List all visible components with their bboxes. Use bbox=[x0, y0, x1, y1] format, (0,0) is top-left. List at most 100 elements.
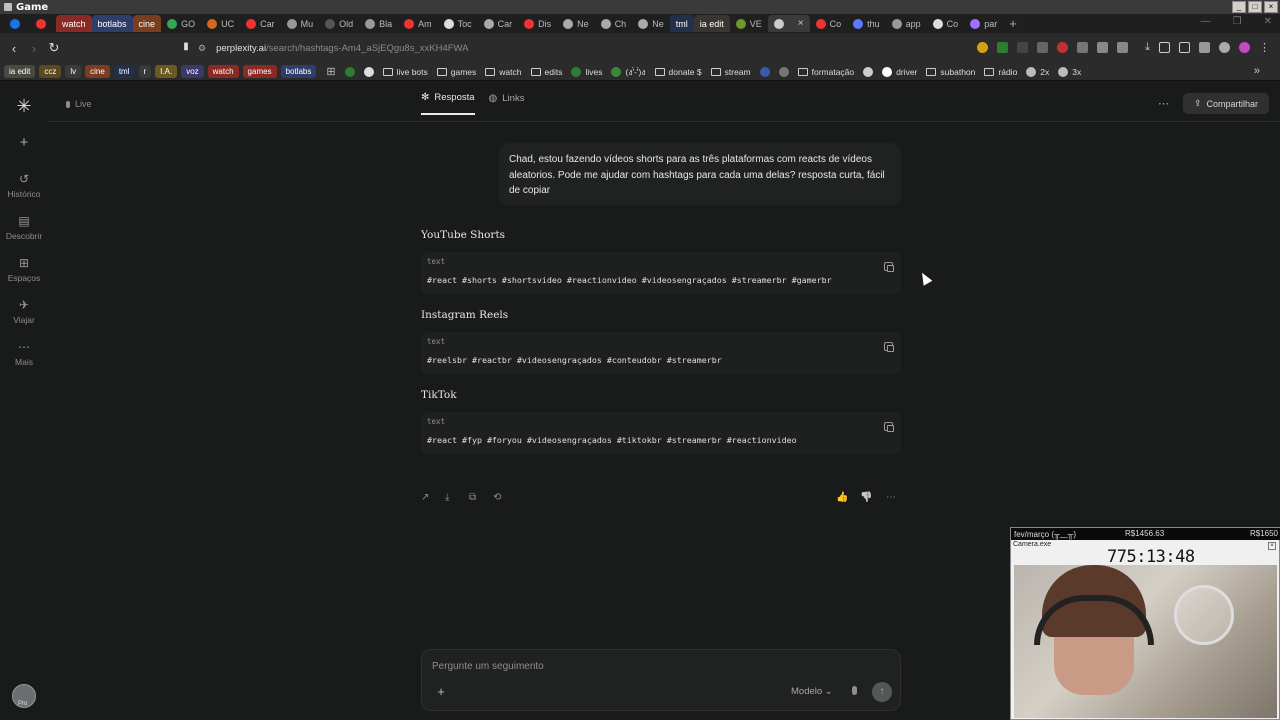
bookmark-group[interactable]: ccz bbox=[39, 65, 62, 78]
browser-minimize-icon[interactable]: — bbox=[1201, 16, 1211, 27]
minimize-button[interactable]: _ bbox=[1232, 1, 1246, 13]
tab-close-icon[interactable]: × bbox=[798, 18, 804, 29]
bookmark-item[interactable]: formatação bbox=[797, 67, 854, 77]
bookmark-group[interactable]: cine bbox=[85, 65, 110, 78]
copy-code-icon[interactable] bbox=[884, 342, 894, 352]
download-icon[interactable]: ⤓ bbox=[1145, 41, 1150, 54]
extension-icon[interactable] bbox=[1077, 42, 1089, 53]
hashtag-code[interactable]: #react #fyp #foryou #videosengraçados #t… bbox=[427, 435, 797, 445]
sidebar-item-espaços[interactable]: ⊞ Espaços bbox=[0, 256, 48, 283]
extension-icon[interactable] bbox=[1179, 42, 1190, 53]
extension-icon[interactable] bbox=[1057, 42, 1069, 53]
browser-tab[interactable]: Dis bbox=[518, 15, 557, 32]
browser-tab[interactable]: UC bbox=[201, 15, 240, 32]
copy-answer-icon[interactable]: ⧉ bbox=[469, 492, 476, 503]
bookmark-item[interactable] bbox=[863, 66, 874, 77]
sidepanel-icon[interactable] bbox=[1159, 42, 1170, 53]
tab-links[interactable]: ◍ Links bbox=[489, 92, 525, 115]
browser-tab[interactable]: × bbox=[767, 15, 810, 32]
bookmark-group[interactable]: games bbox=[242, 65, 277, 78]
bookmarks-overflow-icon[interactable]: » bbox=[1254, 65, 1260, 77]
profile-icon[interactable] bbox=[1239, 42, 1250, 53]
new-tab-icon[interactable]: + bbox=[1009, 16, 1017, 31]
new-thread-icon[interactable]: + bbox=[16, 134, 32, 151]
bookmark-item[interactable]: live bots bbox=[382, 67, 428, 77]
browser-tab[interactable]: cine bbox=[132, 15, 162, 32]
site-info-icon[interactable]: ⚙ bbox=[198, 43, 206, 54]
browser-tab[interactable]: app bbox=[886, 15, 927, 32]
followup-input[interactable]: Pergunte um seguimento bbox=[432, 661, 544, 672]
bookmark-item[interactable] bbox=[778, 66, 789, 77]
bookmark-item[interactable]: edits bbox=[530, 67, 562, 77]
bookmark-item[interactable]: 3x bbox=[1058, 66, 1081, 77]
browser-tab[interactable] bbox=[30, 15, 56, 32]
bookmark-group[interactable]: I.A. bbox=[155, 65, 178, 78]
bookmark-item[interactable]: 2x bbox=[1026, 66, 1049, 77]
download-answer-icon[interactable]: ⤓ bbox=[445, 492, 449, 503]
reload-icon[interactable]: ↻ bbox=[44, 40, 64, 56]
forward-icon[interactable]: › bbox=[24, 41, 44, 56]
attach-icon[interactable]: + bbox=[433, 684, 449, 700]
camera-close-icon[interactable]: × bbox=[1268, 542, 1276, 550]
mic-icon[interactable] bbox=[852, 686, 857, 695]
bookmark-group[interactable]: tml bbox=[113, 65, 135, 78]
share-button[interactable]: ⇪ Compartilhar bbox=[1183, 93, 1269, 114]
browser-tab[interactable]: Ne bbox=[557, 15, 595, 32]
browser-tab[interactable]: Co bbox=[927, 15, 965, 32]
browser-tab[interactable]: Car bbox=[478, 15, 519, 32]
extension-icon[interactable] bbox=[1117, 42, 1129, 53]
bookmark-item[interactable] bbox=[363, 66, 374, 77]
browser-tab[interactable]: Toc bbox=[438, 15, 478, 32]
close-window-button[interactable]: × bbox=[1264, 1, 1278, 13]
browser-tab[interactable] bbox=[4, 15, 30, 32]
more-options-icon[interactable]: ⋯ bbox=[1158, 97, 1170, 110]
send-button[interactable]: ↑ bbox=[872, 682, 892, 702]
browser-tab[interactable]: Ch bbox=[595, 15, 633, 32]
rewrite-icon[interactable]: ⟲ bbox=[493, 492, 501, 503]
bookmark-item[interactable]: subathon bbox=[926, 67, 975, 77]
bookmark-item[interactable] bbox=[759, 66, 770, 77]
browser-tab[interactable]: Old bbox=[319, 15, 359, 32]
browser-tab[interactable]: GO bbox=[161, 15, 201, 32]
browser-tab[interactable]: ia edit bbox=[693, 15, 730, 32]
sidebar-item-descobrir[interactable]: ▤ Descobrir bbox=[0, 214, 48, 241]
live-toggle[interactable]: Live bbox=[66, 99, 92, 109]
copy-code-icon[interactable] bbox=[884, 422, 894, 432]
bookmark-group[interactable]: voz bbox=[181, 65, 204, 78]
extension-icon[interactable] bbox=[977, 42, 989, 53]
bookmark-group[interactable]: botlabs bbox=[280, 65, 317, 78]
bookmark-item[interactable]: driver bbox=[882, 66, 917, 77]
apps-grid-icon[interactable]: ⊞ bbox=[326, 65, 335, 78]
bookmark-group[interactable]: ia edit bbox=[4, 65, 36, 78]
composer[interactable]: Pergunte um seguimento + Modelo ⌄ ↑ bbox=[421, 649, 901, 711]
share-answer-icon[interactable]: ↗ bbox=[421, 492, 429, 503]
bookmark-group[interactable]: r bbox=[138, 65, 152, 78]
model-selector[interactable]: Modelo ⌄ bbox=[791, 686, 833, 697]
bookmark-item[interactable]: (ง'̀-'́)ง bbox=[611, 65, 646, 79]
browser-tab[interactable]: thu bbox=[847, 15, 886, 32]
browser-restore-icon[interactable]: ❐ bbox=[1233, 16, 1242, 27]
extension-icon[interactable] bbox=[997, 42, 1009, 53]
perplexity-logo-icon[interactable]: ✳ bbox=[14, 96, 34, 116]
browser-tab[interactable]: Co bbox=[810, 15, 848, 32]
shield-icon[interactable] bbox=[1219, 42, 1230, 53]
extension-icon[interactable] bbox=[1097, 42, 1109, 53]
bookmark-item[interactable]: stream bbox=[710, 67, 751, 77]
hashtag-code[interactable]: #reelsbr #reactbr #videosengraçados #con… bbox=[427, 355, 722, 365]
tab-resposta[interactable]: ✻ Resposta bbox=[421, 92, 475, 115]
browser-close-icon[interactable]: ✕ bbox=[1264, 16, 1272, 27]
answer-more-icon[interactable]: ⋯ bbox=[886, 492, 896, 503]
extension-icon[interactable] bbox=[1017, 42, 1029, 53]
maximize-button[interactable]: □ bbox=[1248, 1, 1262, 13]
bookmark-group[interactable]: watch bbox=[207, 65, 239, 78]
browser-tab[interactable]: watch bbox=[56, 15, 92, 32]
browser-tab[interactable]: tml bbox=[669, 15, 694, 32]
copy-code-icon[interactable] bbox=[884, 262, 894, 272]
browser-tab[interactable]: Am bbox=[398, 15, 438, 32]
thumbs-up-icon[interactable]: 👍 bbox=[836, 492, 848, 503]
extension-icon[interactable] bbox=[1199, 42, 1210, 53]
bookmark-item[interactable]: rádio bbox=[984, 67, 1017, 77]
hashtag-code[interactable]: #react #shorts #shortsvideo #reactionvid… bbox=[427, 275, 832, 285]
bookmark-item[interactable] bbox=[344, 66, 355, 77]
extension-icon[interactable] bbox=[1037, 42, 1049, 53]
